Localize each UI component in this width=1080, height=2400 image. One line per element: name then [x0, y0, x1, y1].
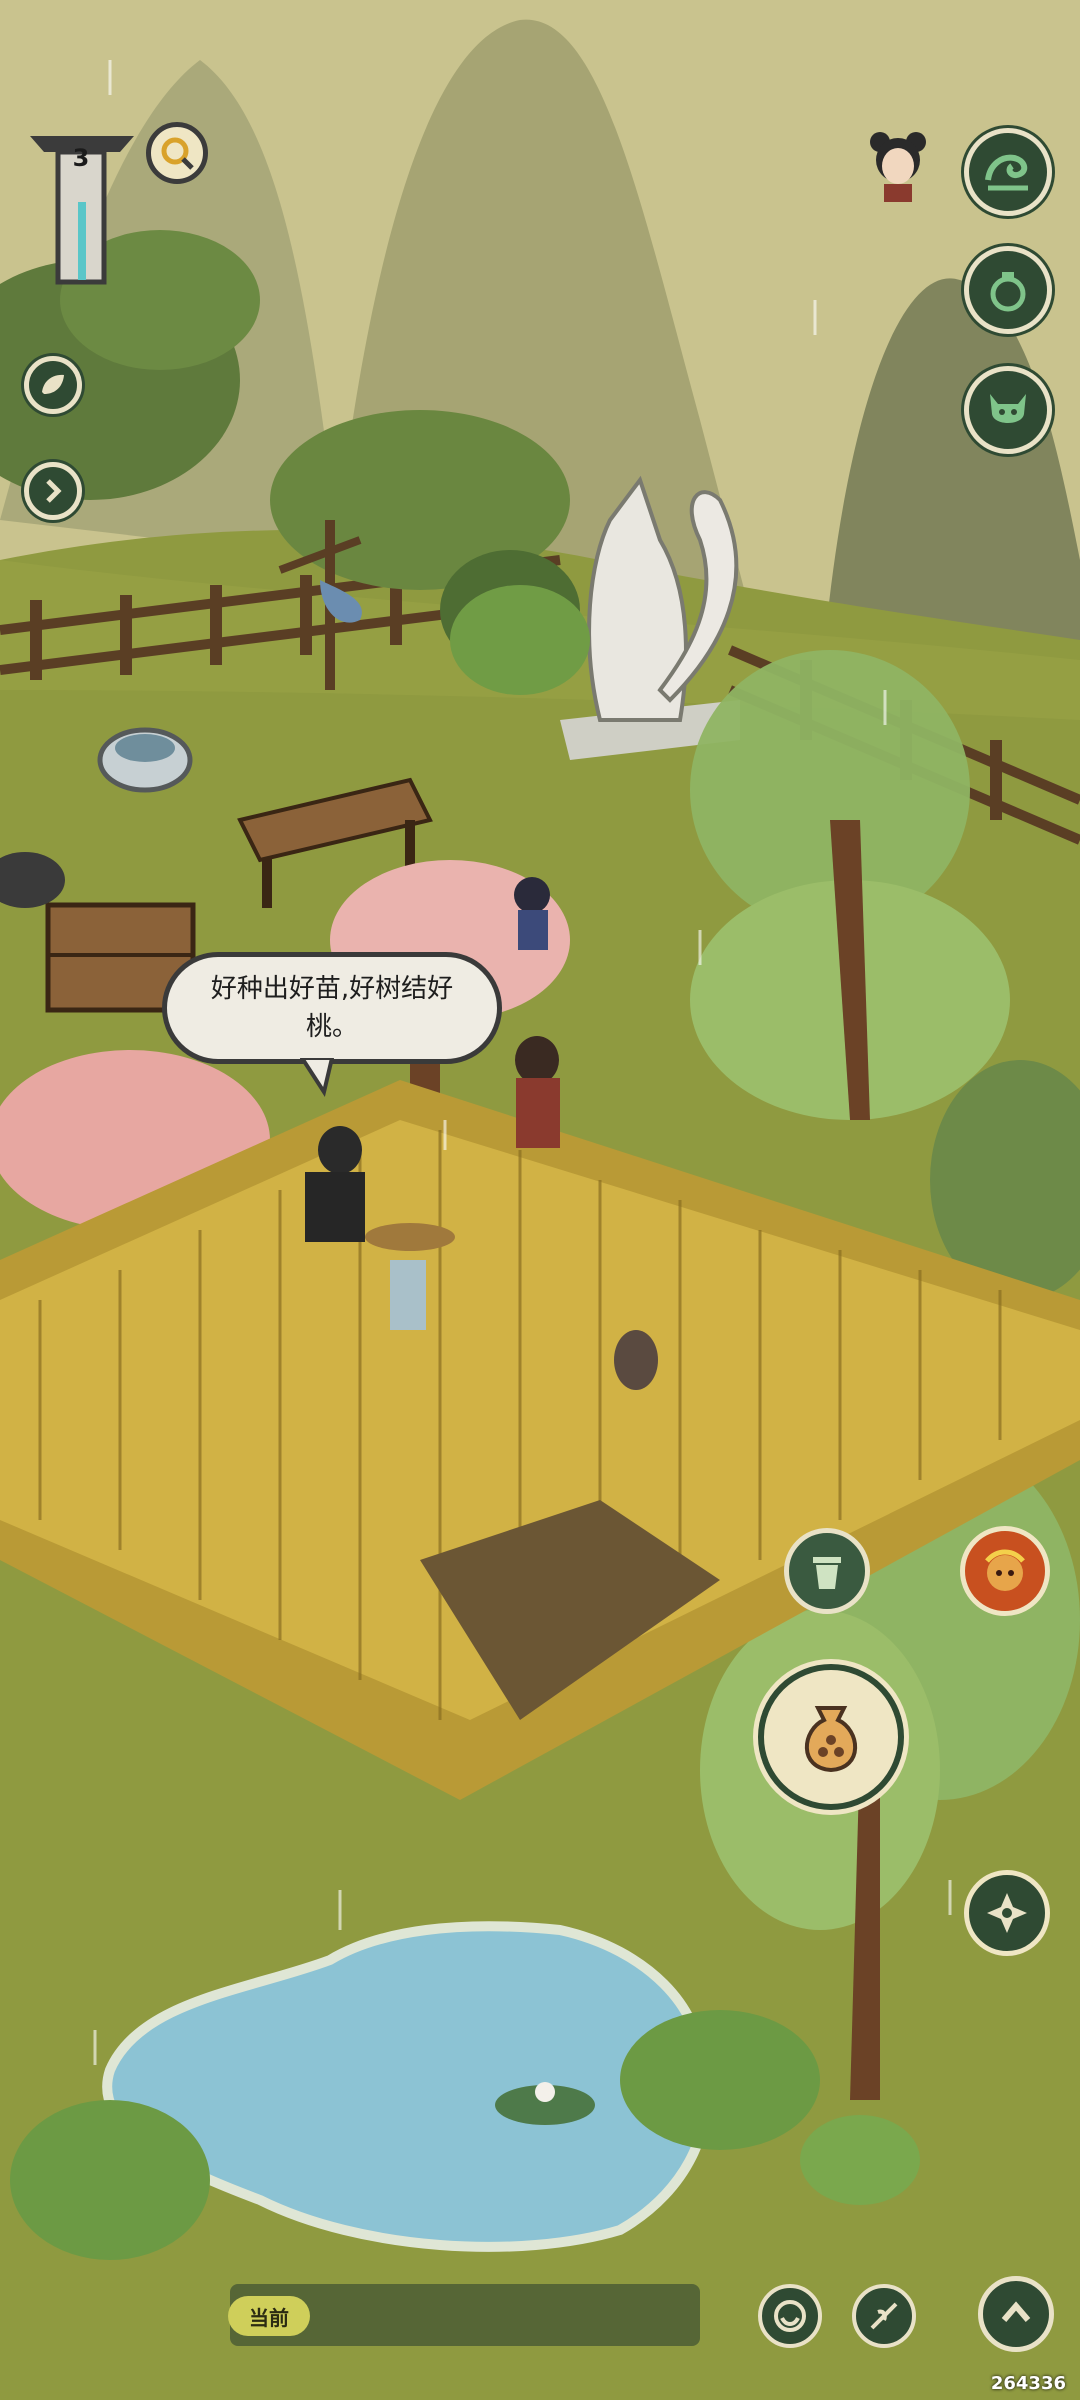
current-label: 当前: [228, 2296, 310, 2336]
leaf-icon: [42, 374, 64, 394]
wave-button[interactable]: [964, 128, 1052, 216]
smile-icon: [774, 2300, 806, 2332]
plant-button[interactable]: [852, 2284, 916, 2348]
expand-button[interactable]: [24, 462, 82, 520]
wave-icon: [985, 154, 1028, 191]
farm-background: [0, 0, 1080, 2400]
demon-mask-icon: [990, 394, 1026, 423]
character-portrait-icon: [870, 132, 926, 202]
chevron-right-icon: [46, 479, 62, 503]
avatar[interactable]: [866, 126, 930, 202]
search-button[interactable]: [146, 122, 208, 184]
demon-mask-button[interactable]: [964, 366, 1052, 454]
leaf-button[interactable]: [24, 356, 82, 414]
monkey-king-button[interactable]: [960, 1526, 1050, 1616]
monkey-king-icon: [985, 1549, 1025, 1591]
speech-bubble-text: 好种出好苗,好树结好桃。: [210, 974, 454, 1042]
trash-button[interactable]: [784, 1528, 870, 1614]
game-scene[interactable]: 3 好种出好苗,好树结好桃。 当前 264336: [0, 0, 1080, 2400]
search-icon: [161, 137, 194, 170]
seed-bag-icon: [804, 1706, 858, 1773]
gourd-button[interactable]: [964, 246, 1052, 334]
shuriken-icon: [987, 1893, 1027, 1933]
level-tower[interactable]: 3: [26, 122, 138, 292]
shuriken-button[interactable]: [964, 1870, 1050, 1956]
gourd-icon: [990, 272, 1026, 312]
sprout-icon: [870, 2302, 898, 2330]
watermark-id: 264336: [990, 2373, 1066, 2394]
speech-bubble-tail: [300, 1058, 335, 1098]
speech-bubble: 好种出好苗,好树结好桃。: [162, 952, 502, 1064]
seed-bag-button[interactable]: [758, 1664, 904, 1810]
trash-bin-icon: [813, 1557, 841, 1589]
expand-menu-button[interactable]: [978, 2276, 1054, 2352]
level-number: 3: [72, 144, 90, 172]
emote-button[interactable]: [758, 2284, 822, 2348]
chevron-up-icon: [1001, 2301, 1031, 2322]
